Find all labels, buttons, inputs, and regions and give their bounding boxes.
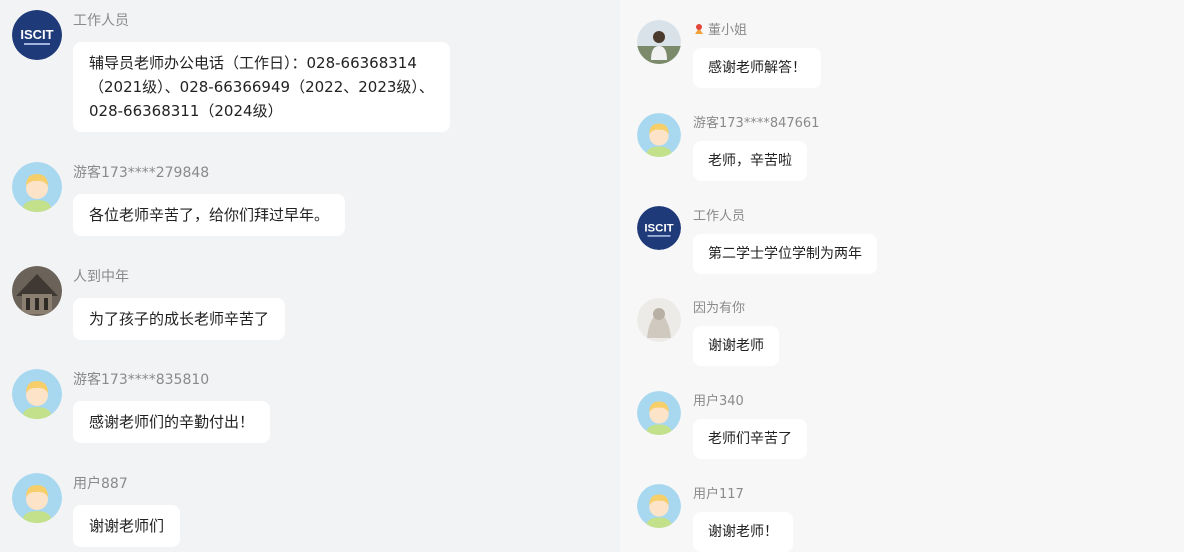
message-bubble: 谢谢老师！ [693,512,793,552]
default-child-avatar[interactable] [637,113,681,157]
message-bubble: 各位老师辛苦了，给你们拜过早年。 [73,194,346,236]
message-bubble: 第二学士学位学制为两年 [693,234,877,274]
left-chat-column: ISCIT 工作人员 辅导员老师办公电话（工作日）：028-66368314 （… [0,0,620,552]
message-text: 老师们辛苦了 [708,431,792,447]
chat-message: 游客173****847661 老师，辛苦啦 [637,113,1177,185]
message-bubble: 老师，辛苦啦 [693,141,807,181]
username: 用户887 [73,476,128,492]
message-text: 辅导员老师办公电话（工作日）：028-66368314 [89,54,417,72]
chat-message: 用户340 老师们辛苦了 [637,391,1177,463]
chat-message: 董小姐 感谢老师解答！ [637,20,1177,92]
message-bubble: 为了孩子的成长老师辛苦了 [73,298,286,340]
logo-text: ISCIT [644,223,673,235]
chat-message: 游客173****279848 各位老师辛苦了，给你们拜过早年。 [12,162,612,242]
message-bubble: 谢谢老师们 [73,505,181,547]
chat-message: 人到中年 为了孩子的成长老师辛苦了 [12,266,612,346]
username: 董小姐 [693,22,747,40]
message-bubble: 辅导员老师办公电话（工作日）：028-66368314 （2021级）、028-… [73,42,450,132]
message-bubble: 老师们辛苦了 [693,419,807,459]
default-child-avatar[interactable] [12,369,62,419]
message-text: 谢谢老师！ [708,524,778,540]
photo-avatar[interactable] [637,20,681,64]
username: 因为有你 [693,301,746,316]
username: 工作人员 [73,13,129,29]
chat-message: 因为有你 谢谢老师 [637,298,1177,370]
username: 工作人员 [693,209,746,224]
username: 用户117 [693,487,744,502]
default-child-avatar[interactable] [637,391,681,435]
username: 游客173****847661 [693,116,820,131]
iscit-logo-avatar[interactable]: ISCIT [12,10,62,60]
message-text: （2021级）、028-66366949（2022、2023级）、 [89,78,434,96]
message-text: 各位老师辛苦了，给你们拜过早年。 [89,206,330,224]
right-chat-column: 董小姐 感谢老师解答！ 游客173****847661 老师，辛苦啦 ISCIT [620,0,1184,552]
message-text: 老师，辛苦啦 [708,153,792,169]
iscit-logo-avatar[interactable]: ISCIT [637,206,681,250]
default-child-avatar[interactable] [637,484,681,528]
username: 游客173****835810 [73,372,210,388]
message-bubble: 感谢老师解答！ [693,48,821,88]
message-text: 为了孩子的成长老师辛苦了 [89,310,270,328]
username: 用户340 [693,394,744,409]
chat-message: ISCIT 工作人员 第二学士学位学制为两年 [637,206,1177,278]
default-child-avatar[interactable] [12,162,62,212]
message-text: 028-66368311（2024级） [89,102,283,120]
message-bubble: 感谢老师们的辛勤付出！ [73,401,271,443]
username: 人到中年 [73,269,129,285]
default-child-avatar[interactable] [12,473,62,523]
chat-message: 游客173****835810 感谢老师们的辛勤付出！ [12,369,612,449]
message-text: 谢谢老师们 [89,517,165,535]
message-text: 感谢老师们的辛勤付出！ [89,413,255,431]
username: 游客173****279848 [73,165,210,181]
message-text: 感谢老师解答！ [708,60,806,76]
chat-message: 用户117 谢谢老师！ [637,484,1177,552]
message-text: 第二学士学位学制为两年 [708,246,862,262]
message-text: 谢谢老师 [708,338,764,354]
message-bubble: 谢谢老师 [693,326,779,366]
logo-text: ISCIT [20,27,53,42]
chat-message: ISCIT 工作人员 辅导员老师办公电话（工作日）：028-66368314 （… [12,10,612,140]
chat-message: 用户887 谢谢老师们 [12,473,612,552]
username-text: 董小姐 [708,23,748,38]
photo-avatar[interactable] [12,266,62,316]
photo-avatar[interactable] [637,298,681,342]
flower-badge-icon [695,24,703,34]
